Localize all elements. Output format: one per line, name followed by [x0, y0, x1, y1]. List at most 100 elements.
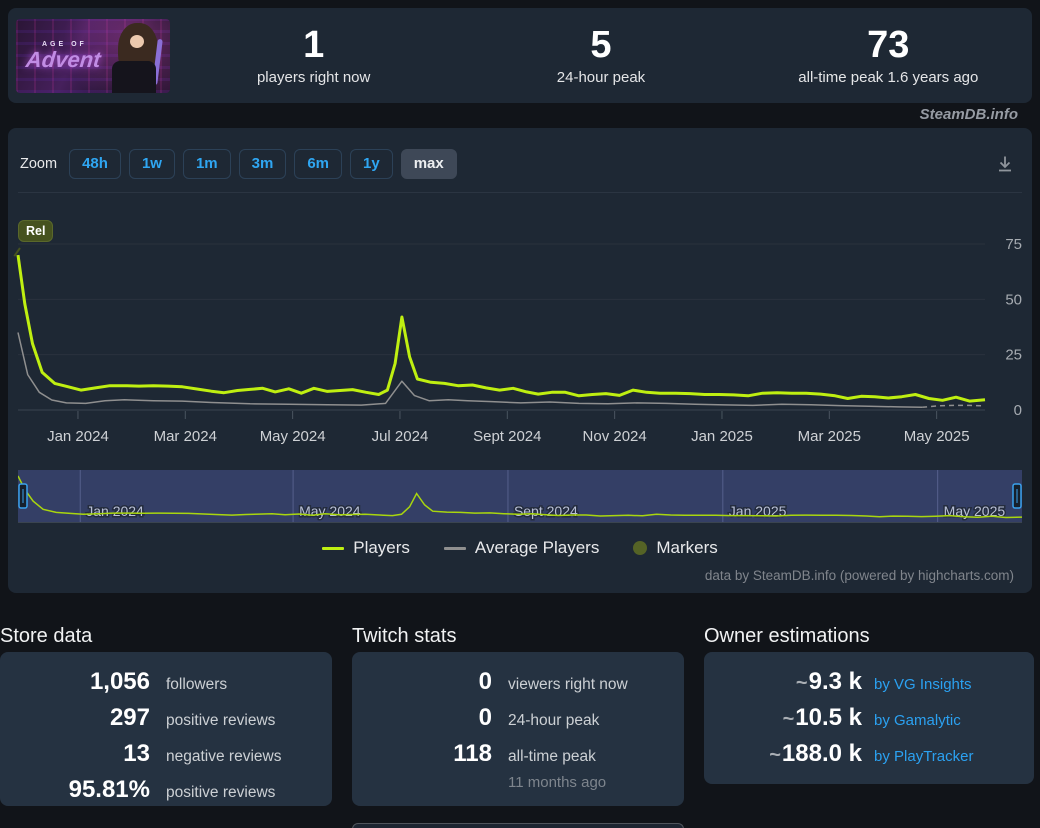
- store-data-title: Store data: [0, 625, 93, 647]
- peak-24h-label: 24-hour peak: [556, 68, 646, 86]
- x-axis-label: Mar 2024: [153, 428, 217, 445]
- legend-item-players[interactable]: Players: [322, 538, 410, 558]
- store-data-card: 1,056 followers 297 positive reviews 13 negat…: [0, 652, 332, 806]
- stat-value: ~188.0 k: [769, 740, 862, 767]
- players-chart: 0 25 50 75: [16, 236, 1022, 419]
- navigator-label: Sept 2024: [514, 503, 578, 519]
- stat-24h-peak: 5 24-hour peak: [457, 24, 744, 86]
- zoom-range-1w[interactable]: 1w: [128, 149, 175, 179]
- owner-source-link[interactable]: by PlayTracker: [874, 748, 973, 765]
- twitch-stats-title: Twitch stats: [352, 625, 457, 647]
- legend-label: Players: [353, 538, 410, 557]
- x-axis-label: Jul 2024: [371, 428, 429, 445]
- stat-row: 95.81% positive reviews: [0, 772, 320, 808]
- alltime-peak-label: all-time peak 1.6 years ago: [798, 68, 979, 86]
- store-data-column: Store data 1,056 followers 297 positive rev…: [0, 625, 332, 806]
- game-header-card: AGE OF Advent 1 players right now 5 24-h…: [8, 8, 1032, 103]
- stat-sublabel: 11 months ago: [508, 774, 607, 791]
- stat-label: followers: [166, 676, 228, 693]
- download-icon[interactable]: [994, 153, 1016, 175]
- stat-alltime-peak: 73 all-time peak 1.6 years ago: [745, 24, 1032, 86]
- peak-24h-value: 5: [590, 24, 612, 67]
- stat-row: 13 negative reviews: [0, 736, 320, 772]
- owner-estimate-row: ~9.3 k by VG Insights: [704, 664, 1022, 700]
- zoom-range-1y[interactable]: 1y: [350, 149, 393, 179]
- zoom-label: Zoom: [20, 156, 58, 172]
- players-chart-card: Zoom 48h 1w 1m 3m 6m 1y max 0 25 50 75 Rel Jan 20…: [8, 128, 1032, 593]
- banner-character: [110, 21, 166, 93]
- approx-sign: ~: [795, 672, 808, 694]
- zoom-range-buttons: 48h 1w 1m 3m 6m 1y max: [69, 149, 457, 179]
- twitch-stats-column: Twitch stats 0 viewers right now 0 24-hour …: [352, 625, 684, 806]
- y-axis-label: 50: [1005, 291, 1022, 308]
- x-axis-label: May 2025: [903, 428, 970, 445]
- navigator-label: Jan 2024: [86, 503, 144, 519]
- bottom-section: Store data 1,056 followers 297 positive rev…: [0, 625, 1036, 806]
- legend-label: Markers: [656, 538, 718, 557]
- owner-estimations-card: ~9.3 k by VG Insights ~10.5 k by Gamalytic ~…: [704, 652, 1034, 784]
- x-axis-label: Jan 2025: [691, 428, 753, 445]
- navigator[interactable]: Jan 2024 May 2024 Sept 2024 Jan 2025 May 202…: [18, 470, 1022, 523]
- y-axis-label: 75: [1005, 236, 1022, 253]
- stat-value: 95.81%: [68, 776, 150, 803]
- zoom-range-48h[interactable]: 48h: [69, 149, 121, 179]
- stat-row: 0 24-hour peak: [352, 700, 672, 736]
- stat-players-right-now: 1 players right now: [170, 24, 457, 86]
- navigator-handle-right[interactable]: [1012, 483, 1022, 509]
- y-axis-label: 25: [1005, 347, 1022, 364]
- stat-row: 118 all-time peak: [352, 736, 672, 772]
- legend-item-average-players[interactable]: Average Players: [443, 538, 600, 558]
- navigator-handle-left[interactable]: [18, 483, 28, 509]
- stat-label: negative reviews: [166, 748, 282, 765]
- stat-label: 24-hour peak: [508, 712, 600, 729]
- alltime-peak-value: 73: [867, 24, 910, 67]
- chart-toolbar: Zoom 48h 1w 1m 3m 6m 1y max: [20, 148, 1016, 180]
- stat-value: 0: [478, 668, 492, 695]
- x-axis-label: Nov 2024: [582, 428, 647, 445]
- owner-estimations-column: Owner estimations ~9.3 k by VG Insights ~1…: [704, 625, 1034, 806]
- x-axis-label: Mar 2025: [797, 428, 861, 445]
- approx-sign: ~: [782, 708, 795, 730]
- banner-title: Advent: [24, 46, 102, 72]
- owner-estimate-row: ~10.5 k by Gamalytic: [704, 700, 1022, 736]
- toolbar-separator: [18, 192, 1022, 193]
- twitch-stats-card: 0 viewers right now 0 24-hour peak 118 all-ti…: [352, 652, 684, 806]
- stat-value: 1,056: [89, 668, 150, 695]
- owner-source-link[interactable]: by VG Insights: [874, 676, 972, 693]
- zoom-range-3m[interactable]: 3m: [238, 149, 287, 179]
- stat-row: 1,056 followers: [0, 664, 320, 700]
- y-axis-label: 0: [1014, 402, 1022, 419]
- legend-swatch: [633, 541, 648, 555]
- stat-value: 13: [123, 740, 150, 767]
- chart-credits: data by SteamDB.info (powered by highcha…: [704, 568, 1014, 583]
- owner-estimate-row: ~188.0 k by PlayTracker: [704, 736, 1022, 772]
- stat-label: viewers right now: [508, 676, 628, 693]
- zoom-range-6m[interactable]: 6m: [294, 149, 343, 179]
- stat-value: ~10.5 k: [782, 704, 862, 731]
- stat-value: 297: [109, 704, 150, 731]
- stat-value: 118: [453, 740, 492, 767]
- players-now-label: players right now: [256, 68, 371, 86]
- stat-row: 297 positive reviews: [0, 700, 320, 736]
- release-marker[interactable]: Rel: [18, 220, 54, 242]
- chart-legend: Players Average Players Markers: [8, 538, 1032, 558]
- approx-sign: ~: [769, 744, 781, 766]
- next-section-card-cutoff: [352, 823, 684, 828]
- x-axis-label: May 2024: [259, 428, 326, 445]
- stat-value: 0: [478, 704, 492, 731]
- stat-label: all-time peak: [508, 748, 596, 765]
- legend-item-markers[interactable]: Markers: [633, 538, 718, 558]
- legend-swatch: [443, 546, 466, 550]
- banner-logo: AGE OF Advent: [24, 41, 102, 72]
- owner-source-link[interactable]: by Gamalytic: [874, 712, 961, 729]
- navigator-label: May 2024: [299, 503, 361, 519]
- legend-label: Average Players: [474, 538, 600, 557]
- zoom-range-1m[interactable]: 1m: [182, 149, 231, 179]
- legend-swatch: [322, 546, 345, 550]
- stat-label: positive reviews: [166, 784, 276, 801]
- stat-label: positive reviews: [166, 712, 276, 729]
- stat-value: ~9.3 k: [795, 668, 862, 695]
- zoom-range-max[interactable]: max: [400, 149, 457, 179]
- steamdb-watermark: SteamDB.info: [919, 106, 1018, 123]
- game-banner[interactable]: AGE OF Advent: [16, 18, 170, 93]
